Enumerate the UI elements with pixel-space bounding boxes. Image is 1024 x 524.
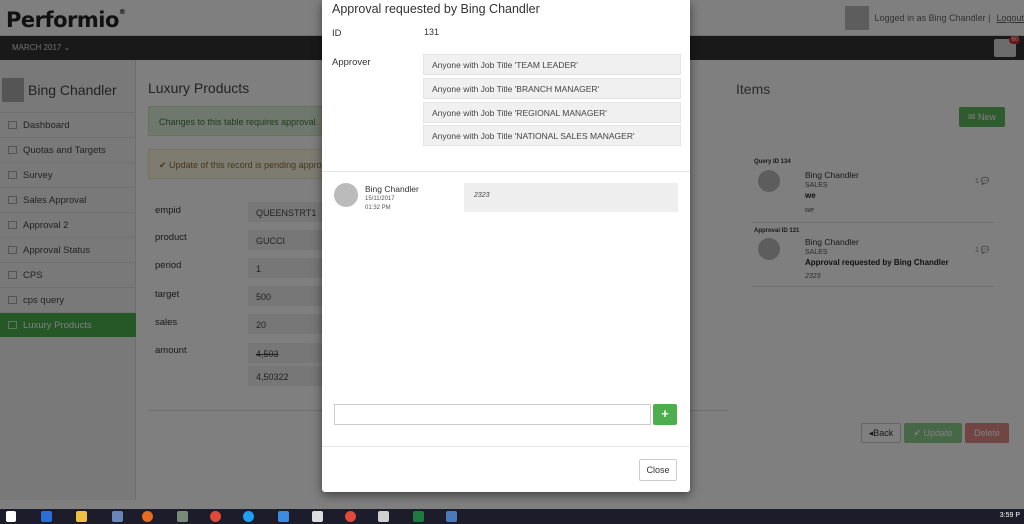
notepad-icon[interactable] — [378, 511, 389, 522]
comment-bubble: 2323 — [464, 183, 678, 212]
outlook-icon[interactable] — [41, 511, 52, 522]
app-icon[interactable] — [112, 511, 123, 522]
app-icon[interactable] — [278, 511, 289, 522]
firefox-icon[interactable] — [142, 511, 153, 522]
comment-time: 01:32 PM — [365, 205, 391, 211]
modal-title: Approval requested by Bing Chandler — [332, 2, 540, 16]
approver-item: Anyone with Job Title 'BRANCH MANAGER' — [423, 78, 681, 99]
app-icon[interactable] — [446, 511, 457, 522]
approver-item: Anyone with Job Title 'REGIONAL MANAGER' — [423, 102, 681, 123]
divider — [322, 171, 690, 172]
app-icon[interactable] — [177, 511, 188, 522]
avatar — [334, 183, 358, 207]
file-explorer-icon[interactable] — [76, 511, 87, 522]
clock: 3:59 P — [999, 512, 1020, 519]
divider — [322, 446, 690, 447]
approval-modal: Approval requested by Bing Chandler ID 1… — [322, 0, 690, 492]
comment-author: Bing Chandler — [365, 184, 419, 194]
close-button[interactable]: Close — [639, 459, 677, 481]
app-icon[interactable] — [312, 511, 323, 522]
windows-start-icon[interactable] — [6, 511, 16, 522]
taskbar: 3:59 P — [0, 509, 1024, 524]
id-value: 131 — [424, 27, 440, 37]
comment-date: 15/11/2017 — [365, 196, 395, 202]
skype-icon[interactable] — [243, 511, 254, 522]
approver-item: Anyone with Job Title 'NATIONAL SALES MA… — [423, 125, 681, 146]
approver-label: Approver — [332, 57, 371, 68]
approver-item: Anyone with Job Title 'TEAM LEADER' — [423, 54, 681, 75]
add-comment-button[interactable]: + — [653, 404, 677, 425]
id-label: ID — [332, 28, 342, 39]
comment-input[interactable] — [334, 404, 651, 425]
chrome-icon[interactable] — [345, 511, 356, 522]
excel-icon[interactable] — [413, 511, 424, 522]
chrome-icon[interactable] — [210, 511, 221, 522]
